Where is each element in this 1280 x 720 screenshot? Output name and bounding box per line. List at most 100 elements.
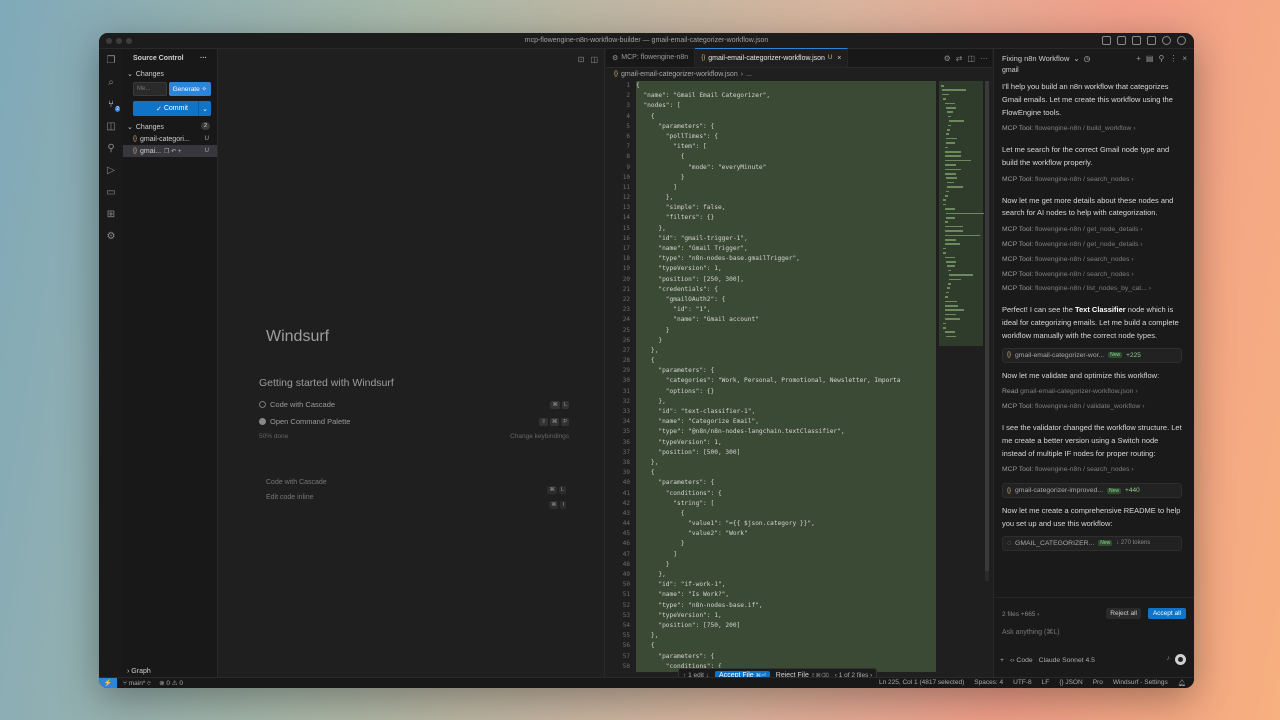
problems-indicator[interactable]: ⊗ 0 ⚠ 0 <box>159 679 183 687</box>
branch-indicator[interactable]: ⑂ main* ⟳ <box>123 680 151 687</box>
search-icon[interactable]: ⌕ <box>105 76 117 88</box>
code-line[interactable]: { <box>636 152 936 162</box>
code-line[interactable]: } <box>636 326 936 336</box>
add-context-icon[interactable]: + <box>1000 657 1004 664</box>
more-actions-icon[interactable]: ⋮ <box>1169 54 1177 63</box>
change-keybindings-link[interactable]: Change keybindings <box>510 433 569 440</box>
code-line[interactable]: } <box>636 560 936 570</box>
pin-icon[interactable]: ⚲ <box>1158 54 1164 63</box>
encoding[interactable]: UTF-8 <box>1013 679 1031 687</box>
code-line[interactable]: "value1": "={{ $json.category }}", <box>636 519 936 529</box>
code-line[interactable]: "id": "text-classifier-1", <box>636 407 936 417</box>
scrollbar-thumb[interactable] <box>985 81 989 571</box>
code-line[interactable]: "name": "Gmail account" <box>636 315 936 325</box>
code-line[interactable]: "type": "n8n-nodes-base.gmailTrigger", <box>636 254 936 264</box>
layout-icon[interactable] <box>1147 36 1156 45</box>
open-file-icon[interactable]: ❐ ↶ + <box>164 148 181 155</box>
changed-file-row[interactable]: {} gmail-categori... U <box>123 133 217 145</box>
code-line[interactable]: { <box>636 509 936 519</box>
open-editor-icon[interactable]: ▤ <box>1146 54 1154 63</box>
tool-call[interactable]: MCP Tool: flowengine-n8n / search_nodes … <box>1002 173 1182 188</box>
code-lines[interactable]: { "name": "Gmail Email Categorizer", "no… <box>636 81 936 672</box>
chevron-down-icon[interactable]: ⌄ <box>1073 54 1079 63</box>
files-summary[interactable]: 2 files +665 <box>1002 611 1035 618</box>
chat-input[interactable]: Ask anything (⌘L) <box>1002 628 1060 636</box>
code-line[interactable]: }, <box>636 570 936 580</box>
code-line[interactable]: { <box>636 112 936 122</box>
code-line[interactable]: "name": "Categorize Email", <box>636 417 936 427</box>
microphone-icon[interactable]: ♪ <box>1167 655 1171 662</box>
code-line[interactable]: "id": "gmail-trigger-1", <box>636 234 936 244</box>
code-line[interactable]: "value2": "Work" <box>636 529 936 539</box>
code-line[interactable]: "nodes": [ <box>636 101 936 111</box>
changes-group[interactable]: ⌄ Changes 2 <box>123 121 217 133</box>
code-line[interactable]: { <box>636 468 936 478</box>
code-line[interactable]: { <box>636 641 936 651</box>
code-line[interactable]: }, <box>636 397 936 407</box>
code-line[interactable]: } <box>636 539 936 549</box>
new-chat-icon[interactable]: + <box>1136 54 1141 63</box>
close-icon[interactable]: × <box>1182 54 1187 63</box>
code-line[interactable]: "typeVersion": 1, <box>636 611 936 621</box>
more-actions-icon[interactable]: ··· <box>980 54 988 63</box>
tool-call[interactable]: MCP Tool: flowengine-n8n / search_nodes … <box>1002 253 1182 268</box>
conversation-title[interactable]: Fixing n8n Workflow <box>1002 54 1069 63</box>
code-line[interactable]: "position": [750, 200] <box>636 621 936 631</box>
code-line[interactable]: "mode": "everyMinute" <box>636 163 936 173</box>
code-line[interactable]: }, <box>636 346 936 356</box>
tool-call[interactable]: MCP Tool: flowengine-n8n / search_nodes … <box>1002 268 1182 283</box>
code-line[interactable]: "categories": "Work, Personal, Promotion… <box>636 376 936 386</box>
code-line[interactable]: "parameters": { <box>636 478 936 488</box>
remote-explorer-icon[interactable]: ▭ <box>105 186 117 198</box>
settings-icon[interactable]: ⚙ <box>105 230 117 242</box>
walkthrough-item[interactable]: Code with Cascade ⌘ L <box>259 400 569 409</box>
reject-all-button[interactable]: Reject all <box>1106 608 1141 619</box>
code-line[interactable]: "position": [500, 300] <box>636 448 936 458</box>
code-line[interactable]: }, <box>636 631 936 641</box>
minimap[interactable] <box>939 81 984 346</box>
toggle-chat-icon[interactable] <box>1132 36 1141 45</box>
commit-dropdown-icon[interactable]: ⌄ <box>198 101 211 116</box>
breadcrumb-symbol[interactable]: ... <box>746 71 752 78</box>
code-line[interactable]: "parameters": { <box>636 122 936 132</box>
code-line[interactable]: "conditions": { <box>636 489 936 499</box>
code-line[interactable]: }, <box>636 458 936 468</box>
map-icon[interactable]: ◫ <box>105 120 117 132</box>
tool-call[interactable]: MCP Tool: flowengine-n8n / get_node_deta… <box>1002 223 1182 238</box>
walkthrough-item[interactable]: Open Command Palette ⇧ ⌘ P <box>259 417 569 426</box>
settings-gear-icon[interactable] <box>1162 36 1171 45</box>
split-editor-icon[interactable]: ◫ <box>967 54 975 63</box>
code-line[interactable]: "filters": {} <box>636 213 936 223</box>
code-line[interactable]: "type": "n8n-nodes-base.if", <box>636 601 936 611</box>
code-line[interactable]: "position": [250, 300], <box>636 275 936 285</box>
source-control-icon[interactable]: ⑂ 2 <box>105 98 120 112</box>
line-ending[interactable]: LF <box>1042 679 1050 687</box>
graph-section[interactable]: › Graph <box>127 668 151 675</box>
more-actions-icon[interactable]: ··· <box>200 55 207 62</box>
changes-section-header[interactable]: ⌄ Changes <box>123 68 217 80</box>
cursor-position[interactable]: Ln 225, Col 1 (4817 selected) <box>879 679 964 687</box>
tool-call[interactable]: MCP Tool: flowengine-n8n / build_workflo… <box>1002 122 1182 137</box>
close-tab-icon[interactable]: × <box>837 55 841 62</box>
generate-button[interactable]: Generate ✧ <box>168 82 211 96</box>
tool-call[interactable]: MCP Tool: flowengine-n8n / validate_work… <box>1002 400 1182 415</box>
account-icon[interactable] <box>1177 36 1186 45</box>
windsurf-settings[interactable]: Windsurf - Settings <box>1113 679 1168 687</box>
commit-button[interactable]: ✓ Commit ⌄ <box>133 101 211 116</box>
code-line[interactable]: "options": {} <box>636 387 936 397</box>
split-editor-icon[interactable]: ◫ <box>590 55 598 64</box>
remote-indicator-icon[interactable]: ⚡ <box>99 677 117 688</box>
code-line[interactable]: { <box>636 356 936 366</box>
indentation[interactable]: Spaces: 4 <box>974 679 1003 687</box>
code-line[interactable]: { <box>636 81 936 91</box>
run-debug-icon[interactable]: ▷ <box>105 164 117 176</box>
tool-call[interactable]: MCP Tool: flowengine-n8n / search_nodes … <box>1002 463 1182 478</box>
explorer-icon[interactable]: ❐ <box>105 54 117 66</box>
code-line[interactable]: "parameters": { <box>636 652 936 662</box>
code-line[interactable]: ] <box>636 550 936 560</box>
code-line[interactable]: "item": [ <box>636 142 936 152</box>
grid-icon[interactable]: ⊞ <box>105 208 117 220</box>
code-line[interactable]: "id": "1", <box>636 305 936 315</box>
code-area[interactable]: 1 2 3 4 5 6 7 8 9 10 11 12 13 14 15 16 17 18 19 20 21 22 23 24 2… <box>606 81 936 677</box>
tool-call[interactable]: Read gmail-email-categorizer-workflow.js… <box>1002 385 1182 400</box>
